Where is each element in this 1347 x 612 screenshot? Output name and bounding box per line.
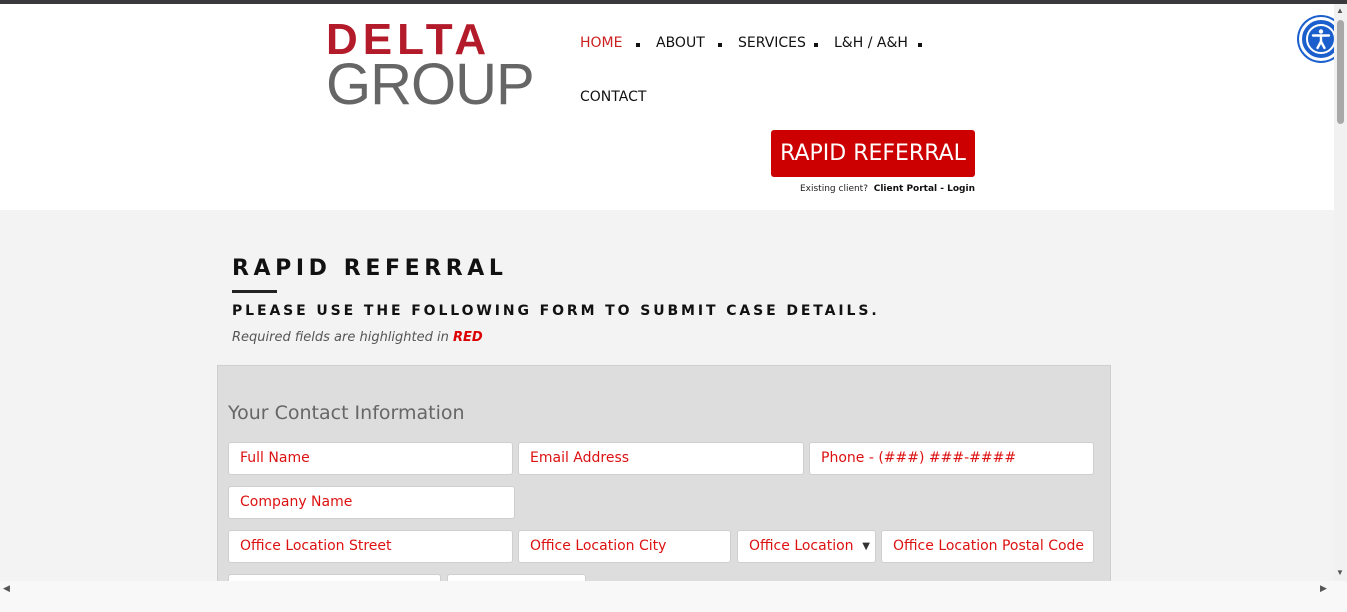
email-input[interactable]: Email Address bbox=[518, 442, 804, 475]
nav-separator bbox=[718, 43, 722, 47]
office-state-value: Office Location bbox=[749, 538, 854, 554]
nav-contact[interactable]: CONTACT bbox=[580, 89, 646, 105]
company-name-input[interactable]: Company Name bbox=[228, 486, 515, 519]
page-title: RAPID REFERRAL bbox=[232, 256, 508, 281]
nav-separator bbox=[814, 43, 818, 47]
office-state-select[interactable]: Office Location ▼ bbox=[737, 530, 876, 563]
scroll-right-icon[interactable]: ▶ bbox=[1320, 583, 1327, 594]
contact-info-heading: Your Contact Information bbox=[228, 402, 465, 424]
site-header: DELTA GROUP HOME ABOUT SERVICES L&H / A&… bbox=[0, 4, 1334, 210]
nav-separator bbox=[636, 43, 640, 47]
existing-client-note: Existing client? Client Portal - Login bbox=[760, 184, 975, 194]
title-underline bbox=[232, 290, 277, 293]
required-note-red: RED bbox=[453, 330, 483, 345]
nav-home[interactable]: HOME bbox=[580, 35, 622, 51]
referral-form: Your Contact Information Full Name Email… bbox=[217, 365, 1111, 607]
vertical-scrollbar[interactable]: ▲ ▼ bbox=[1334, 4, 1347, 581]
phone-input[interactable]: Phone - (###) ###-#### bbox=[809, 442, 1094, 475]
logo-wordmark-bottom: GROUP bbox=[326, 52, 535, 117]
vertical-scroll-thumb[interactable] bbox=[1337, 20, 1344, 124]
horizontal-scrollbar[interactable]: ◀ ▶ bbox=[0, 581, 1334, 612]
chevron-down-icon: ▼ bbox=[862, 541, 870, 552]
delta-group-logo[interactable]: DELTA GROUP bbox=[326, 18, 536, 114]
rapid-referral-button[interactable]: RAPID REFERRAL bbox=[771, 130, 975, 177]
nav-separator bbox=[918, 43, 922, 47]
full-name-input[interactable]: Full Name bbox=[228, 442, 513, 475]
nav-about[interactable]: ABOUT bbox=[656, 35, 705, 51]
office-city-input[interactable]: Office Location City bbox=[518, 530, 731, 563]
office-street-input[interactable]: Office Location Street bbox=[228, 530, 513, 563]
client-portal-login-link[interactable]: Client Portal - Login bbox=[874, 184, 975, 194]
office-postal-input[interactable]: Office Location Postal Code bbox=[881, 530, 1094, 563]
existing-client-text: Existing client? bbox=[799, 184, 868, 194]
nav-services[interactable]: SERVICES bbox=[738, 35, 806, 51]
scroll-up-icon[interactable]: ▲ bbox=[1336, 6, 1344, 15]
nav-lh-ah[interactable]: L&H / A&H bbox=[834, 35, 908, 51]
scroll-left-icon[interactable]: ◀ bbox=[3, 583, 10, 594]
scroll-down-icon[interactable]: ▼ bbox=[1336, 568, 1344, 577]
scrollbar-corner bbox=[1334, 581, 1347, 612]
page-subtitle: PLEASE USE THE FOLLOWING FORM TO SUBMIT … bbox=[232, 303, 880, 319]
required-note-text: Required fields are highlighted in bbox=[232, 330, 449, 345]
main-content: RAPID REFERRAL PLEASE USE THE FOLLOWING … bbox=[0, 210, 1334, 607]
required-fields-note: Required fields are highlighted in RED bbox=[232, 330, 483, 345]
